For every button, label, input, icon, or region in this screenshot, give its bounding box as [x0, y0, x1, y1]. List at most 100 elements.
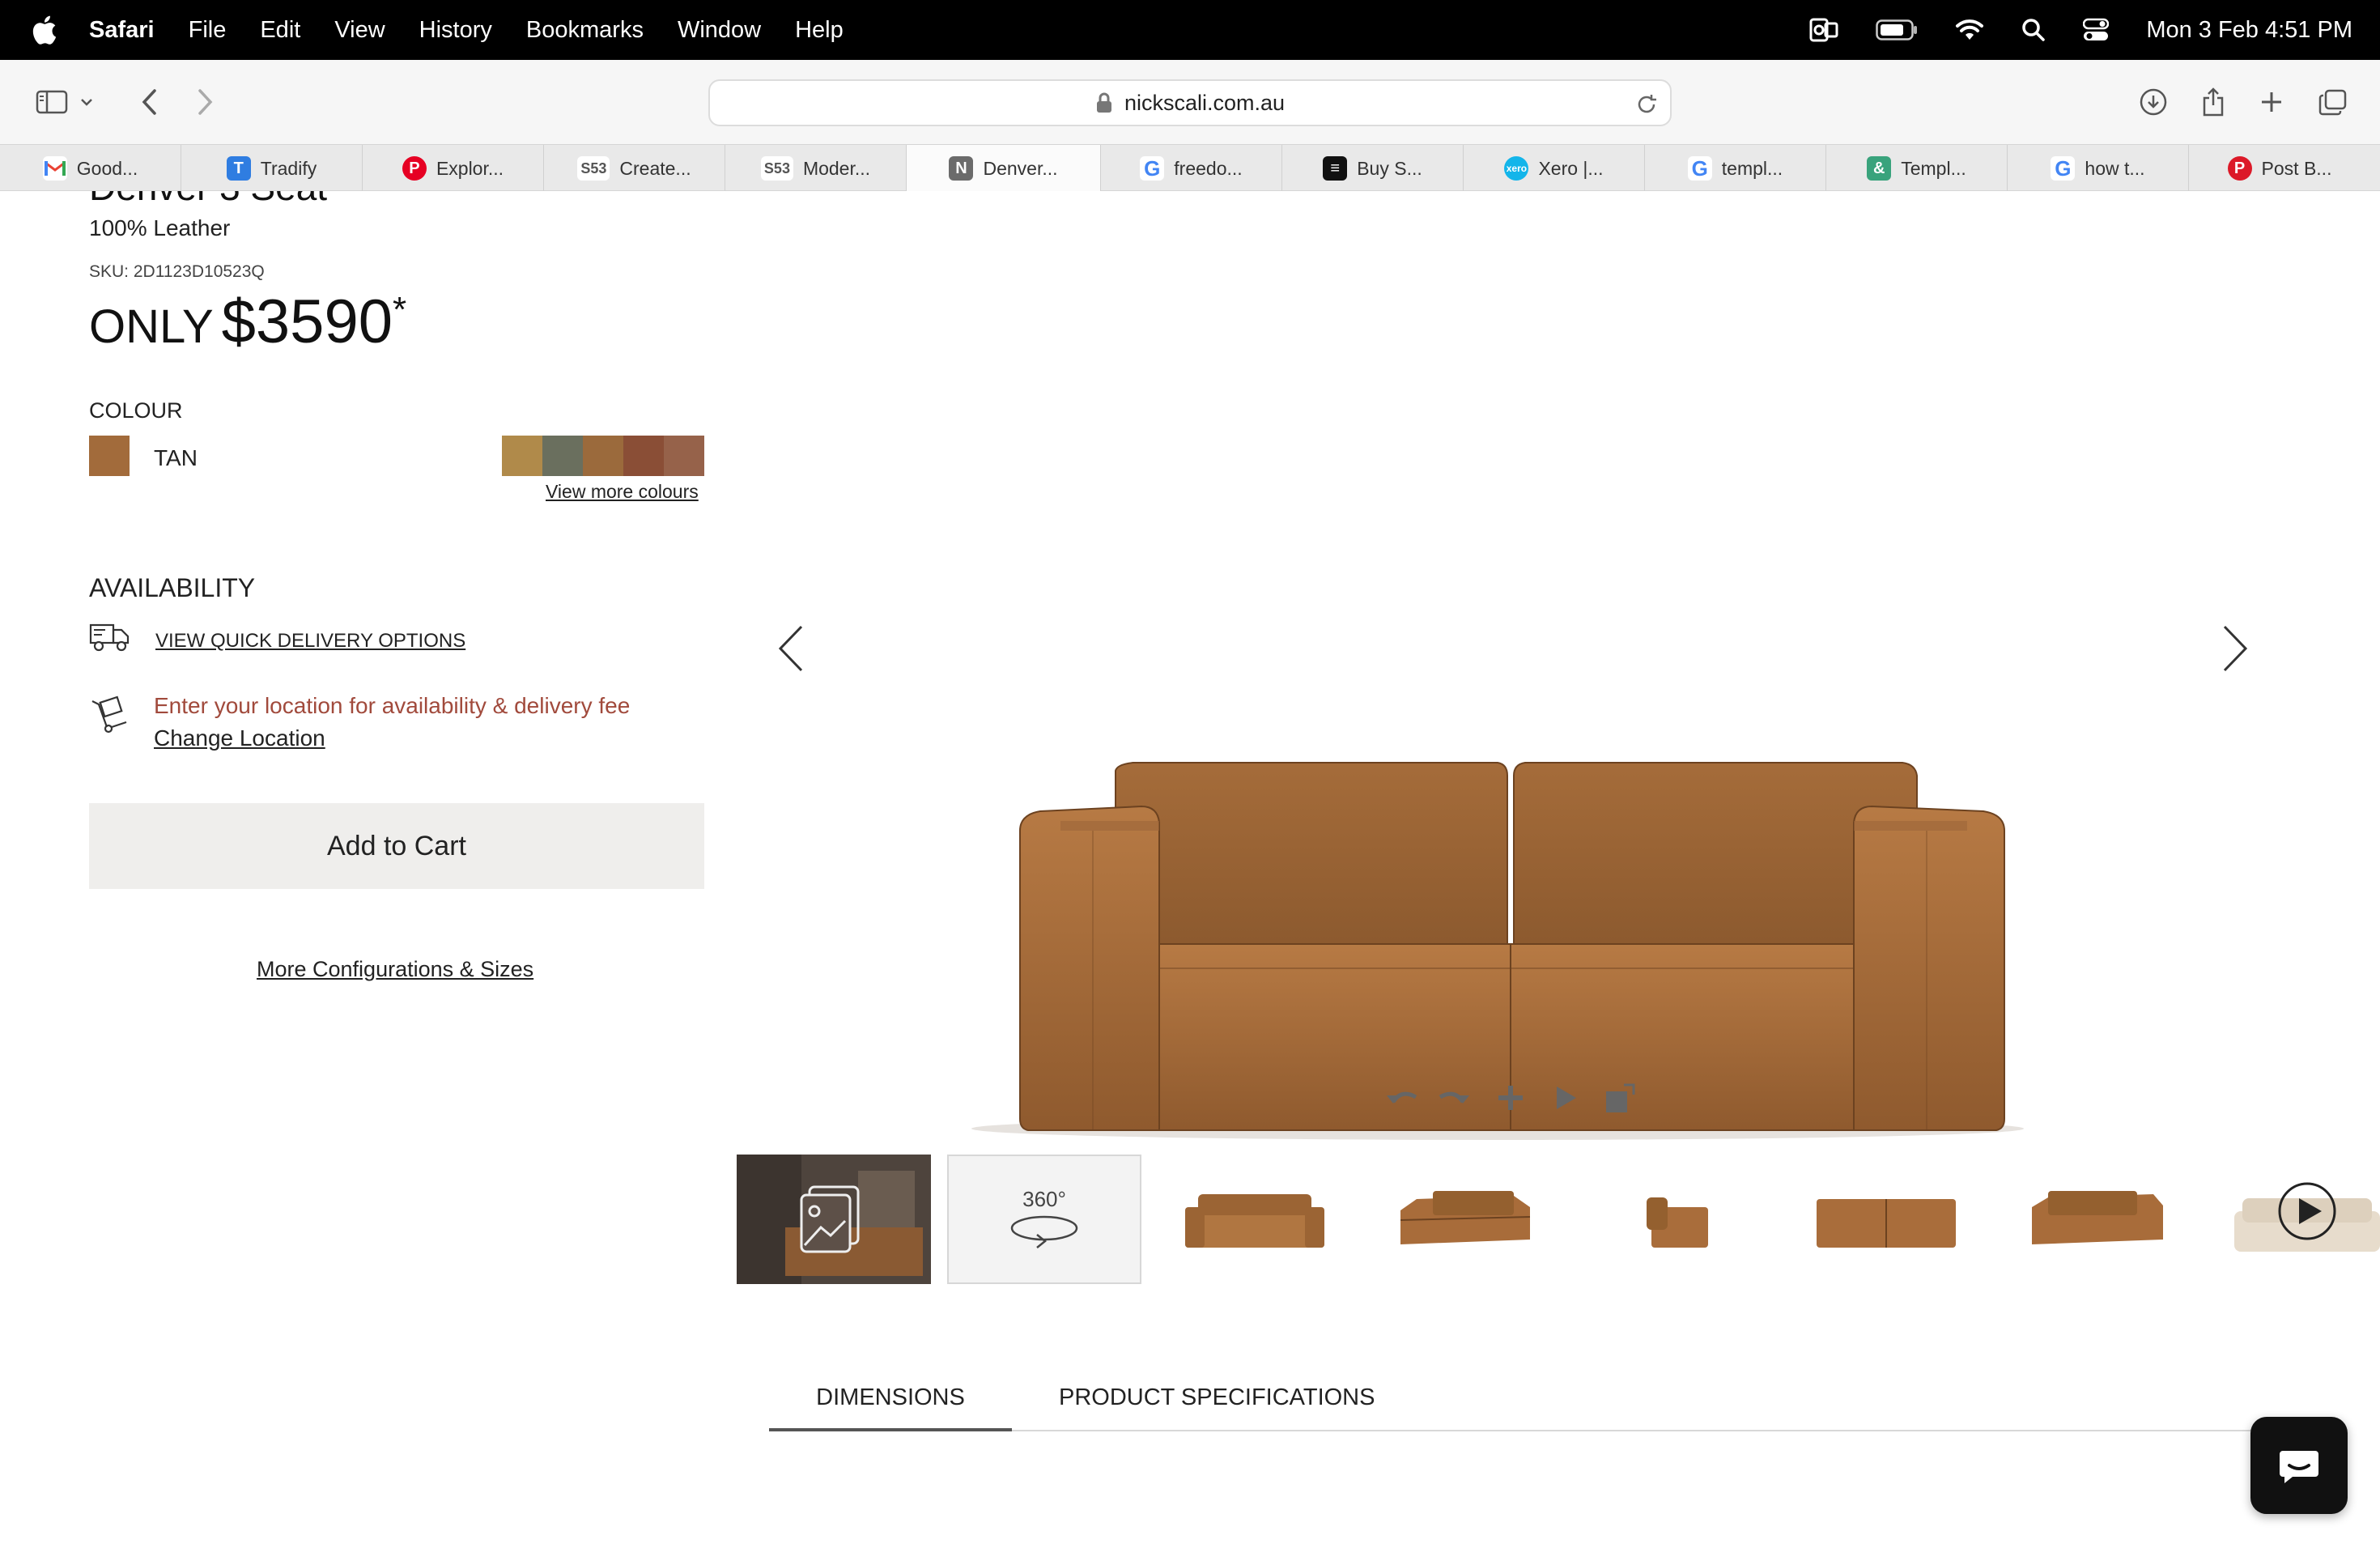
add-to-cart-button[interactable]: Add to Cart [89, 803, 704, 889]
colour-swatch[interactable] [542, 436, 583, 476]
product-material: 100% Leather [89, 215, 231, 240]
google-icon: G [1687, 156, 1712, 181]
downloads-icon[interactable] [2132, 81, 2174, 123]
colour-label: COLOUR [89, 398, 183, 423]
fullscreen-icon[interactable] [1603, 1080, 1638, 1116]
template-icon: & [1867, 156, 1892, 181]
colour-swatch[interactable] [502, 436, 542, 476]
post-icon: P [2227, 156, 2252, 181]
new-tab-plus-icon[interactable] [2250, 81, 2293, 123]
thumbnail-back[interactable] [1789, 1155, 1983, 1284]
browser-tab-post[interactable]: P Post B... [2189, 145, 2370, 192]
share-icon[interactable] [2192, 81, 2234, 123]
price-asterisk: * [392, 290, 407, 330]
browser-tab-modern[interactable]: S53 Moder... [725, 145, 907, 192]
price-prefix: ONLY [89, 300, 214, 353]
product-page: Denver 3 Seat 100% Leather SKU: 2D1123D1… [0, 191, 2380, 1548]
carousel-next-arrow-icon[interactable] [2215, 620, 2255, 677]
apple-icon[interactable] [32, 15, 57, 45]
forward-arrow-icon[interactable] [185, 81, 227, 123]
availability-heading: AVAILABILITY [89, 573, 256, 602]
zoom-plus-icon[interactable] [1493, 1080, 1528, 1116]
colour-swatch[interactable] [583, 436, 623, 476]
tab-label: how t... [2085, 157, 2145, 179]
tab-overview-icon[interactable] [2312, 81, 2354, 123]
thumbnail-angle-left[interactable] [1368, 1155, 1562, 1284]
address-bar[interactable]: nickscali.com.au [708, 79, 1672, 126]
thumbnail-video[interactable] [2210, 1155, 2380, 1284]
s53-icon: S53 [577, 156, 610, 181]
rotate-left-icon[interactable] [1383, 1080, 1418, 1116]
product-title: Denver 3 Seat [89, 191, 327, 209]
tradify-icon: T [226, 156, 251, 181]
tab-label: Templ... [1901, 157, 1966, 179]
chevron-down-icon[interactable] [74, 81, 99, 123]
browser-tab-template-search[interactable]: G templ... [1645, 145, 1826, 192]
tab-label: Post B... [2261, 157, 2332, 179]
menu-history[interactable]: History [419, 17, 492, 44]
menu-help[interactable]: Help [795, 17, 844, 44]
product-price: ONLY $3590 * [89, 287, 406, 357]
xero-icon: xero [1504, 156, 1529, 181]
play-icon[interactable] [1548, 1080, 1583, 1116]
wifi-icon[interactable] [1955, 19, 1984, 41]
browser-tab-templates[interactable]: & Templ... [1826, 145, 2008, 192]
rotate-right-icon[interactable] [1438, 1080, 1473, 1116]
browser-tab-gmail[interactable]: Good... [0, 145, 181, 192]
menu-app-name[interactable]: Safari [89, 17, 155, 44]
thumbnail-side[interactable] [1579, 1155, 1773, 1284]
rotate-360-icon [1010, 1215, 1078, 1248]
selected-colour-swatch[interactable] [89, 436, 130, 476]
battery-icon[interactable] [1876, 19, 1918, 40]
browser-tab-create[interactable]: S53 Create... [544, 145, 725, 192]
browser-tab-xero[interactable]: xero Xero |... [1464, 145, 1645, 192]
thumbnail-front[interactable] [1158, 1155, 1352, 1284]
tab-label: Xero |... [1538, 157, 1604, 179]
menu-bookmarks[interactable]: Bookmarks [526, 17, 644, 44]
lock-icon [1096, 92, 1111, 113]
colour-swatches[interactable] [502, 436, 704, 476]
price-amount: $3590 [221, 287, 393, 356]
viewer-controls [1383, 1080, 1638, 1116]
control-center-icon[interactable] [2083, 18, 2110, 42]
menu-window[interactable]: Window [678, 17, 761, 44]
chat-bubble-icon [2280, 1451, 2318, 1483]
colour-swatch[interactable] [623, 436, 664, 476]
status-area: Mon 3 Feb 4:51 PM [1772, 0, 2352, 60]
menu-clock[interactable]: Mon 3 Feb 4:51 PM [2146, 17, 2352, 44]
colour-swatch[interactable] [664, 436, 704, 476]
outlook-icon[interactable] [1809, 16, 1838, 44]
menu-file[interactable]: File [189, 17, 227, 44]
thumbnail-strip: 360° [737, 1155, 2380, 1284]
more-configurations-link[interactable]: More Configurations & Sizes [257, 957, 533, 982]
thumbnail-lifestyle[interactable] [737, 1155, 931, 1284]
browser-tab-pinterest[interactable]: P Explor... [363, 145, 544, 192]
browser-tab-buy[interactable]: ≡ Buy S... [1282, 145, 1464, 192]
spotlight-search-icon[interactable] [2021, 18, 2046, 42]
browser-tab-how-to[interactable]: G how t... [2008, 145, 2189, 192]
menu-view[interactable]: View [334, 17, 385, 44]
product-main-image[interactable] [899, 563, 2080, 1146]
browser-tab-freedom[interactable]: G freedo... [1101, 145, 1282, 192]
chat-button[interactable] [2250, 1417, 2348, 1514]
carousel-prev-arrow-icon[interactable] [771, 620, 811, 677]
thumb-360-label: 360° [1022, 1186, 1066, 1211]
tab-product-specifications[interactable]: PRODUCT SPECIFICATIONS [1059, 1381, 1375, 1431]
thumbnail-angle-right[interactable] [2000, 1155, 2194, 1284]
quick-delivery-link[interactable]: VIEW QUICK DELIVERY OPTIONS [155, 630, 465, 653]
notion-icon: N [949, 156, 974, 181]
url-text: nickscali.com.au [1124, 90, 1286, 115]
browser-tab-tradify[interactable]: T Tradify [181, 145, 363, 192]
change-location-link[interactable]: Change Location [154, 725, 325, 751]
sidebar-toggle-icon[interactable] [31, 81, 73, 123]
browser-tab-denver-active[interactable]: N Denver... [907, 145, 1101, 192]
view-more-colours-link[interactable]: View more colours [546, 481, 699, 503]
menu-edit[interactable]: Edit [260, 17, 300, 44]
back-arrow-icon[interactable] [128, 81, 170, 123]
delivery-truck-icon [89, 623, 130, 652]
tab-dimensions[interactable]: DIMENSIONS [769, 1381, 1012, 1431]
reload-icon[interactable] [1634, 92, 1659, 117]
tab-label: templ... [1721, 157, 1783, 179]
s53-icon: S53 [760, 156, 793, 181]
thumbnail-360-view[interactable]: 360° [947, 1155, 1141, 1284]
